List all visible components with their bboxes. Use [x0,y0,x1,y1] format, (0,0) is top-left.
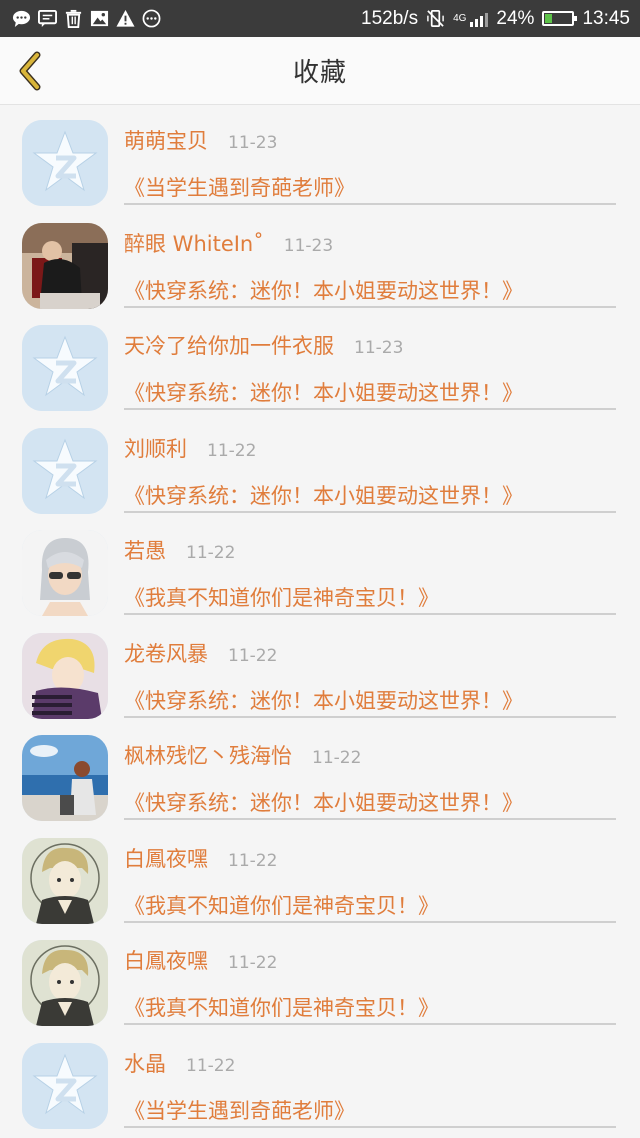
nav-bar: 收藏 [0,37,640,105]
divider [124,1125,616,1128]
book-title[interactable]: 《快穿系统：迷你！本小姐要动这世界！》 [124,685,523,715]
user-name[interactable]: 若愚 [124,535,166,565]
back-button[interactable] [10,51,50,91]
favorite-date: 11-22 [186,543,236,563]
vibrate-off-icon [426,9,445,28]
status-bar: 152b/s 4G 24% 13:45 [0,0,640,37]
favorite-meta: 白鳳夜嘿 11-22 [124,945,277,975]
divider [124,203,616,205]
avatar[interactable] [22,530,108,616]
divider [124,818,616,820]
favorite-date: 11-22 [228,850,278,871]
avatar[interactable] [22,1042,108,1129]
avatar[interactable] [22,120,108,206]
user-name[interactable]: 枫林残忆丶残海怡 [124,740,292,770]
divider [124,1023,616,1025]
favorite-meta: 醉眼 WhiteIn˚ 11-23 [124,228,333,258]
favorite-date: 11-23 [354,338,404,358]
avatar[interactable] [22,735,108,821]
avatar[interactable] [22,837,108,924]
avatar[interactable] [22,427,108,514]
clock: 13:45 [582,7,630,29]
favorite-item[interactable]: 天冷了给你加一件衣服 11-23 《快穿系统：迷你！本小姐要动这世界！》 [0,310,640,413]
battery-percent: 24% [496,7,535,29]
favorite-date: 11-22 [207,440,257,461]
user-name[interactable]: 萌萌宝贝 [124,125,208,155]
book-title[interactable]: 《当学生遇到奇葩老师》 [124,1095,355,1125]
divider [124,305,616,308]
favorite-item[interactable]: 醉眼 WhiteIn˚ 11-23 《快穿系统：迷你！本小姐要动这世界！》 [0,208,640,311]
favorite-meta: 萌萌宝贝 11-23 [124,125,277,155]
divider [124,613,616,615]
favorite-meta: 白鳳夜嘿 11-22 [124,843,277,873]
avatar[interactable] [22,222,108,309]
favorite-meta: 天冷了给你加一件衣服 11-23 [124,330,403,360]
divider [124,408,616,410]
favorite-item[interactable]: 刘顺利 11-22 《快穿系统：迷你！本小姐要动这世界！》 [0,413,640,516]
image-icon [90,9,109,28]
book-title[interactable]: 《我真不知道你们是神奇宝贝！》 [124,582,439,612]
favorite-meta: 水晶 11-22 [124,1048,235,1078]
favorite-date: 11-22 [228,645,278,666]
favorite-date: 11-23 [228,133,278,153]
user-name[interactable]: 醉眼 WhiteIn˚ [124,228,264,258]
user-name[interactable]: 水晶 [124,1048,166,1078]
favorite-meta: 刘顺利 11-22 [124,433,256,463]
book-title[interactable]: 《快穿系统：迷你！本小姐要动这世界！》 [124,787,523,817]
favorite-item[interactable]: 白鳳夜嘿 11-22 《我真不知道你们是神奇宝贝！》 [0,823,640,926]
favorite-item[interactable]: 水晶 11-22 《当学生遇到奇葩老师》 [0,1028,640,1131]
user-name[interactable]: 白鳳夜嘿 [124,945,208,975]
chat-bubble-icon [12,9,31,28]
battery-icon [542,11,578,26]
signal-icon [470,11,489,27]
trash-icon [64,9,83,28]
divider [124,715,616,718]
warning-icon [116,9,135,28]
book-title[interactable]: 《当学生遇到奇葩老师》 [124,172,355,202]
avatar[interactable] [22,325,108,411]
favorite-meta: 若愚 11-22 [124,535,235,565]
back-arrow-icon [19,51,41,91]
favorite-meta: 枫林残忆丶残海怡 11-22 [124,740,361,770]
book-title[interactable]: 《我真不知道你们是神奇宝贝！》 [124,890,439,920]
network-type: 4G [453,13,467,24]
favorite-meta: 龙卷风暴 11-22 [124,638,277,668]
divider [124,510,616,513]
divider [124,920,616,923]
favorite-date: 11-22 [186,1055,236,1076]
favorite-item[interactable]: 若愚 11-22 《我真不知道你们是神奇宝贝！》 [0,515,640,618]
more-icon [142,9,161,28]
battery-level [545,14,553,23]
book-title[interactable]: 《我真不知道你们是神奇宝贝！》 [124,992,439,1022]
favorite-item[interactable]: 萌萌宝贝 11-23 《当学生遇到奇葩老师》 [0,105,640,208]
favorite-item[interactable]: 枫林残忆丶残海怡 11-22 《快穿系统：迷你！本小姐要动这世界！》 [0,720,640,823]
user-name[interactable]: 白鳳夜嘿 [124,843,208,873]
favorite-item[interactable]: 龙卷风暴 11-22 《快穿系统：迷你！本小姐要动这世界！》 [0,618,640,721]
book-title[interactable]: 《快穿系统：迷你！本小姐要动这世界！》 [124,275,523,305]
page-title: 收藏 [292,58,347,88]
user-name[interactable]: 刘顺利 [124,433,187,463]
system-indicators: 152b/s 4G 24% 13:45 [361,8,630,30]
message-icon [38,9,57,28]
network-speed: 152b/s [361,7,419,29]
user-name[interactable]: 天冷了给你加一件衣服 [124,330,334,360]
favorites-list: 萌萌宝贝 11-23 《当学生遇到奇葩老师》 醉眼 WhiteIn˚ 11-23 《快穿系… [0,105,640,1130]
book-title[interactable]: 《快穿系统：迷你！本小姐要动这世界！》 [124,480,523,510]
book-title[interactable]: 《快穿系统：迷你！本小姐要动这世界！》 [124,377,523,407]
favorite-date: 11-22 [228,953,278,973]
favorite-item[interactable]: 白鳳夜嘿 11-22 《我真不知道你们是神奇宝贝！》 [0,925,640,1028]
favorite-date: 11-23 [283,235,334,256]
notification-icons [12,9,161,28]
favorite-date: 11-22 [312,748,362,768]
avatar[interactable] [22,632,108,719]
user-name[interactable]: 龙卷风暴 [124,638,208,668]
avatar[interactable] [22,940,108,1026]
